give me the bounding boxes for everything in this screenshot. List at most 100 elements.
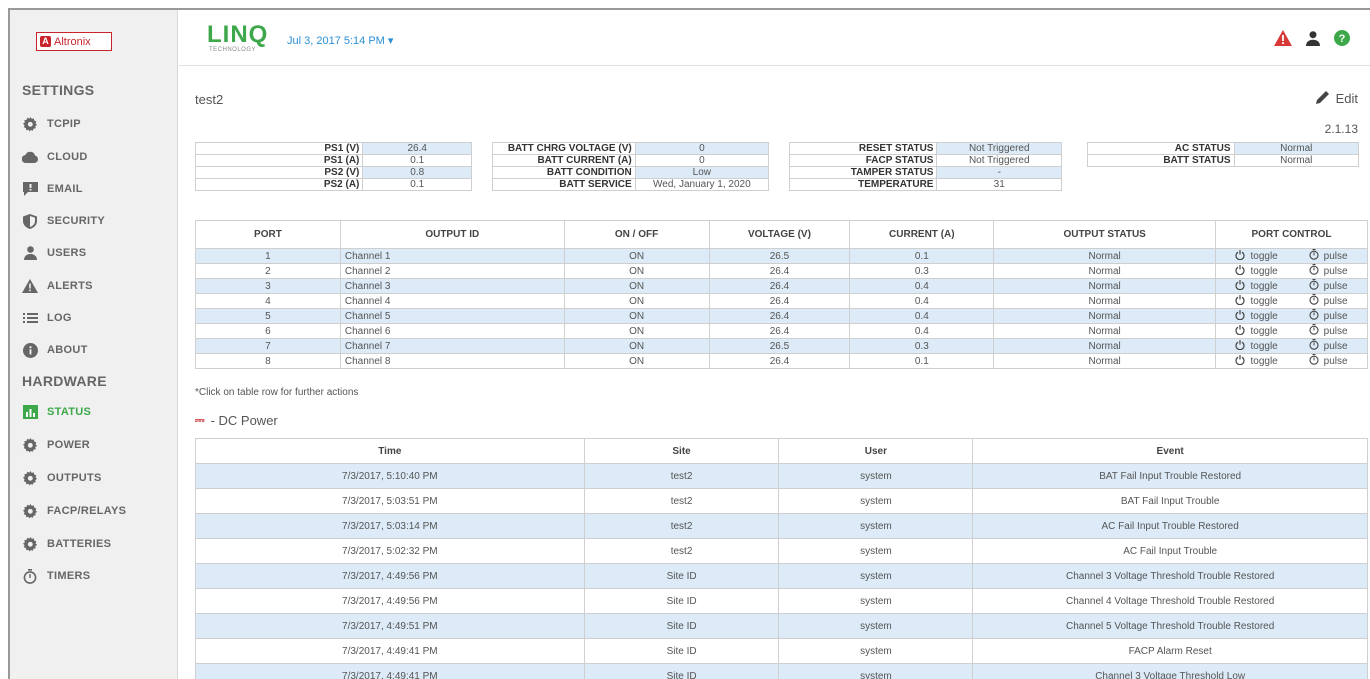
pulse-label: pulse (1323, 250, 1348, 262)
event-row[interactable]: 7/3/2017, 5:03:51 PM test2 system BAT Fail … (195, 488, 1368, 514)
sidebar-item-label: FACP/RELAYS (47, 505, 127, 517)
sidebar-item-security[interactable]: SECURITY (22, 211, 105, 231)
event-event-cell: BAT Fail Input Trouble (972, 488, 1368, 514)
toggle-button[interactable]: toggle (1235, 294, 1278, 308)
event-row[interactable]: 7/3/2017, 5:02:32 PM test2 system AC Fail I… (195, 538, 1368, 564)
pulse-button[interactable]: pulse (1309, 354, 1348, 368)
output-status-cell: Normal (993, 323, 1217, 339)
col-header-time[interactable]: Time (195, 438, 585, 464)
output-id-cell: Channel 7 (339, 338, 565, 354)
port-row[interactable]: 4 Channel 4 ON 26.4 0.4 Normal toggle pulse (195, 293, 1368, 309)
sidebar-item-status[interactable]: STATUS (22, 402, 91, 422)
datetime-dropdown[interactable]: Jul 3, 2017 5:14 PM ▾ (287, 34, 393, 47)
output-id-cell: Channel 4 (339, 293, 565, 309)
toggle-button[interactable]: toggle (1235, 279, 1278, 293)
col-header-output-id: OUTPUT ID (339, 220, 565, 249)
gear-icon (22, 437, 38, 453)
event-event-cell: AC Fail Input Trouble (972, 538, 1368, 564)
event-user-cell: system (778, 513, 974, 539)
event-row[interactable]: 7/3/2017, 5:03:14 PM test2 system AC Fail I… (195, 513, 1368, 539)
pulse-button[interactable]: pulse (1309, 309, 1348, 323)
port-number-cell: 1 (195, 248, 341, 264)
alert-warning-icon[interactable] (1274, 30, 1292, 49)
toggle-button[interactable]: toggle (1235, 324, 1278, 338)
user-account-icon[interactable] (1306, 30, 1320, 49)
sidebar-item-label: BATTERIES (47, 538, 112, 550)
col-header-port-control: PORT CONTROL (1215, 220, 1368, 249)
sidebar-item-users[interactable]: USERS (22, 243, 86, 263)
port-row[interactable]: 2 Channel 2 ON 26.4 0.3 Normal toggle pulse (195, 263, 1368, 279)
status-row: FACP STATUS Not Triggered (788, 154, 1062, 167)
port-row[interactable]: 7 Channel 7 ON 26.5 0.3 Normal toggle pulse (195, 338, 1368, 354)
col-header-site[interactable]: Site (583, 438, 780, 464)
pulse-label: pulse (1323, 325, 1348, 337)
current-cell: 0.4 (849, 278, 995, 294)
event-row[interactable]: 7/3/2017, 4:49:41 PM Site ID system Channel… (195, 663, 1368, 679)
sidebar-item-label: SECURITY (47, 215, 106, 227)
port-number-cell: 7 (195, 338, 341, 354)
sidebar-item-outputs[interactable]: OUTPUTS (22, 468, 102, 488)
sidebar-item-alerts[interactable]: ALERTS (22, 276, 93, 296)
sidebar-item-tcpip[interactable]: TCPIP (22, 114, 81, 134)
output-status-cell: Normal (993, 338, 1217, 354)
port-row[interactable]: 5 Channel 5 ON 26.4 0.4 Normal toggle pulse (195, 308, 1368, 324)
edit-button[interactable]: Edit (1315, 90, 1358, 107)
event-time-cell: 7/3/2017, 5:03:14 PM (195, 513, 585, 539)
event-event-cell: Channel 3 Voltage Threshold Low (972, 663, 1368, 679)
linq-logo[interactable]: LINQ TECHNOLOGY (207, 23, 267, 57)
event-user-cell: system (778, 613, 974, 639)
altronix-logo[interactable]: A Altronix (36, 32, 112, 51)
sidebar-item-batteries[interactable]: BATTERIES (22, 534, 111, 554)
port-row[interactable]: 3 Channel 3 ON 26.4 0.4 Normal toggle pulse (195, 278, 1368, 294)
event-row[interactable]: 7/3/2017, 4:49:56 PM Site ID system Channel… (195, 588, 1368, 614)
sidebar-item-about[interactable]: ABOUT (22, 340, 88, 360)
on-off-cell: ON (563, 278, 710, 294)
toggle-button[interactable]: toggle (1235, 339, 1278, 353)
help-icon[interactable]: ? (1334, 30, 1350, 49)
port-row[interactable]: 8 Channel 8 ON 26.4 0.1 Normal toggle pulse (195, 353, 1368, 369)
sidebar-item-timers[interactable]: TIMERS (22, 566, 90, 586)
port-control-cell: toggle pulse (1215, 278, 1368, 294)
toggle-button[interactable]: toggle (1235, 264, 1278, 278)
gear-icon (22, 470, 38, 486)
batt-row: BATT CONDITION Low (492, 166, 770, 179)
port-row[interactable]: 1 Channel 1 ON 26.5 0.1 Normal toggle pulse (195, 248, 1368, 264)
toggle-button[interactable]: toggle (1235, 249, 1278, 263)
pulse-button[interactable]: pulse (1309, 264, 1348, 278)
toggle-button[interactable]: toggle (1235, 309, 1278, 323)
col-header-event[interactable]: Event (972, 438, 1368, 464)
current-cell: 0.4 (849, 323, 995, 339)
sidebar-item-power[interactable]: POWER (22, 435, 90, 455)
event-user-cell: system (778, 663, 974, 679)
sidebar-item-facp-relays[interactable]: FACP/RELAYS (22, 501, 126, 521)
sidebar-item-log[interactable]: LOG (22, 308, 72, 328)
sidebar-item-label: STATUS (47, 406, 92, 418)
port-row[interactable]: 6 Channel 6 ON 26.4 0.4 Normal toggle pulse (195, 323, 1368, 339)
port-control-cell: toggle pulse (1215, 323, 1368, 339)
sidebar-item-label: CLOUD (47, 151, 88, 163)
pulse-button[interactable]: pulse (1309, 294, 1348, 308)
settings-heading: SETTINGS (22, 82, 95, 98)
col-header-user[interactable]: User (778, 438, 974, 464)
event-time-cell: 7/3/2017, 4:49:41 PM (195, 638, 585, 664)
toggle-button[interactable]: toggle (1235, 354, 1278, 368)
sidebar-item-email[interactable]: EMAIL (22, 179, 83, 199)
svg-text:?: ? (1339, 33, 1346, 45)
sidebar-item-cloud[interactable]: CLOUD (22, 147, 88, 167)
port-number-cell: 5 (195, 308, 341, 324)
event-row[interactable]: 7/3/2017, 5:10:40 PM test2 system BAT Fail … (195, 463, 1368, 489)
event-row[interactable]: 7/3/2017, 4:49:41 PM Site ID system FACP Al… (195, 638, 1368, 664)
toggle-label: toggle (1250, 250, 1278, 262)
pulse-button[interactable]: pulse (1309, 339, 1348, 353)
sidebar: A Altronix SETTINGS TCPIP CLOUD EMAIL SE… (10, 10, 178, 679)
ac-status-table: AC STATUS Normal BATT STATUS Normal (1087, 142, 1360, 167)
pulse-button[interactable]: pulse (1309, 249, 1348, 263)
pulse-button[interactable]: pulse (1309, 324, 1348, 338)
gear-icon (22, 503, 38, 519)
event-row[interactable]: 7/3/2017, 4:49:51 PM Site ID system Channel… (195, 613, 1368, 639)
pulse-label: pulse (1323, 310, 1348, 322)
event-site-cell: test2 (583, 538, 780, 564)
pulse-button[interactable]: pulse (1309, 279, 1348, 293)
event-row[interactable]: 7/3/2017, 4:49:56 PM Site ID system Channel… (195, 563, 1368, 589)
power-icon (1235, 249, 1246, 263)
